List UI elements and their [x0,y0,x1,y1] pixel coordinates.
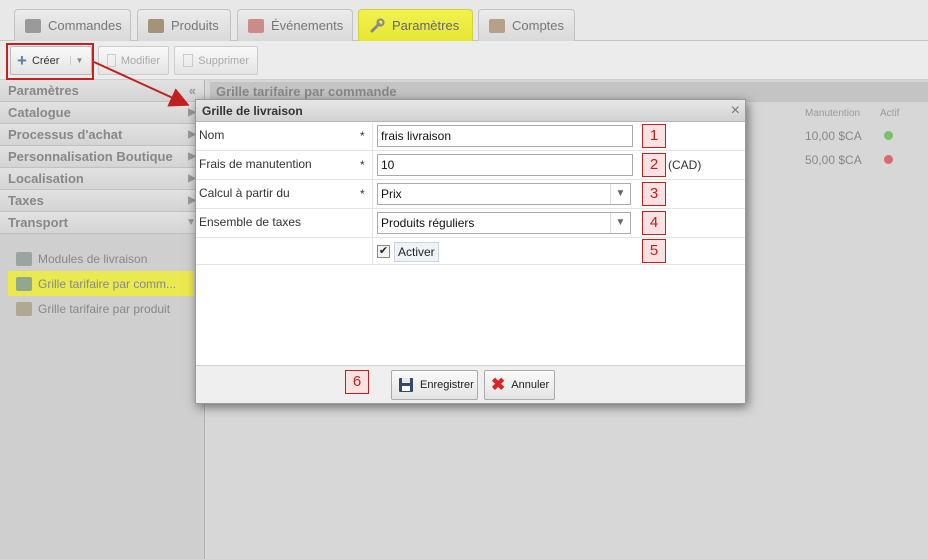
callout-5: 5 [642,239,666,263]
form-row-taxes: Ensemble de taxes Produits réguliers ▼ 4 [196,209,745,238]
required-marker: * [360,158,365,172]
handling-fee-input[interactable]: 10 [377,154,633,176]
field-label: Ensemble de taxes [199,215,302,229]
divider [372,180,373,208]
select-value: Produits réguliers [381,216,475,230]
save-label: Enregistrer [420,379,474,391]
field-label: Nom [199,128,225,142]
callout-3: 3 [642,182,666,206]
chevron-down-icon[interactable]: ▼ [610,184,630,204]
close-icon[interactable]: × [731,100,740,122]
form-row-activer: ✔ Activer 5 [196,238,745,265]
dialog-footer: 6 Enregistrer ✖ Annuler [196,365,745,403]
form-row-calcul: Calcul à partir du * Prix ▼ 3 [196,180,745,209]
divider [372,122,373,150]
select-value: Prix [381,187,402,201]
cancel-button[interactable]: ✖ Annuler [484,370,555,400]
dialog-title: Grille de livraison [202,104,303,118]
divider [372,238,373,264]
tax-set-select[interactable]: Produits réguliers ▼ [377,212,631,234]
divider [372,209,373,237]
callout-2: 2 [642,153,666,177]
activate-checkbox-group[interactable]: ✔ Activer [377,241,439,262]
field-label: Frais de manutention [199,157,312,171]
activate-label[interactable]: Activer [394,241,439,262]
activate-checkbox[interactable]: ✔ [377,245,390,258]
required-marker: * [360,129,365,143]
callout-4: 4 [642,211,666,235]
calculation-select[interactable]: Prix ▼ [377,183,631,205]
floppy-disk-icon [398,377,414,393]
name-input[interactable]: frais livraison [377,125,633,147]
divider [372,151,373,179]
cancel-x-icon: ✖ [491,375,506,394]
cancel-label: Annuler [511,379,550,391]
form-row-nom: Nom * frais livraison 1 [196,122,745,151]
form-row-frais: Frais de manutention * 10 2 (CAD) [196,151,745,180]
callout-1: 1 [642,124,666,148]
chevron-down-icon[interactable]: ▼ [610,213,630,233]
required-marker: * [360,187,365,201]
field-label: Calcul à partir du [199,186,290,200]
dialog-header: Grille de livraison × [196,100,745,122]
shipping-grid-dialog: Grille de livraison × Nom * frais livrai… [195,99,746,404]
currency-suffix: (CAD) [668,158,702,172]
save-button[interactable]: Enregistrer [391,370,478,400]
callout-6: 6 [345,370,369,394]
